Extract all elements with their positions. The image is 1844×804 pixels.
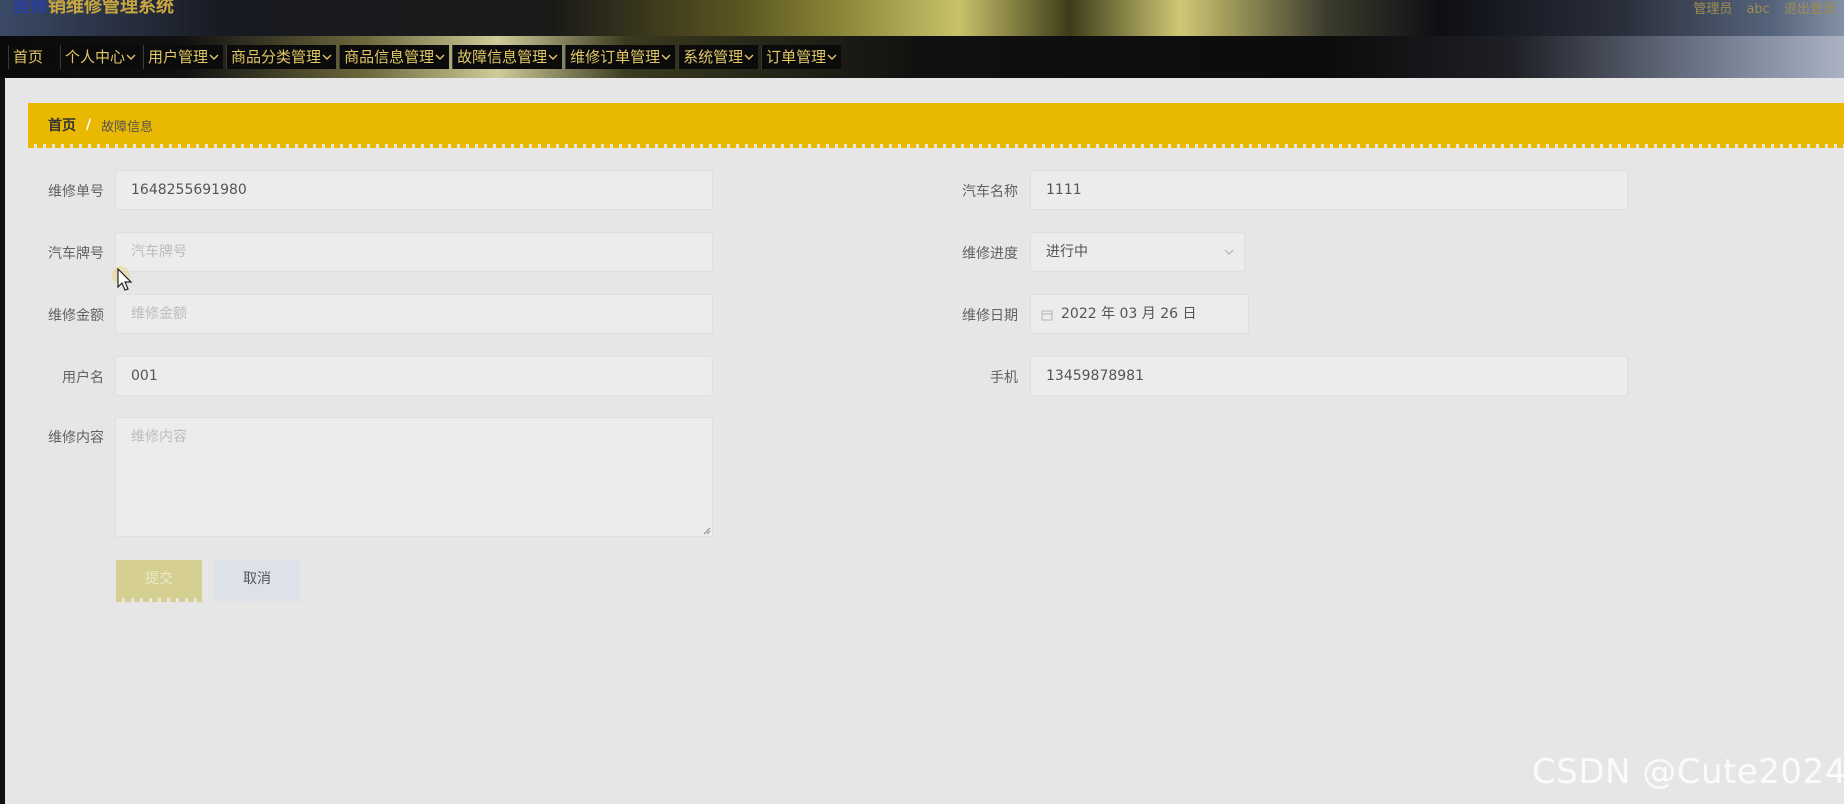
content-textarea[interactable]: 维修内容 [115, 417, 713, 537]
date-label: 维修日期 [962, 308, 1018, 324]
watermark: CSDN @Cute2024_ [1532, 752, 1844, 792]
phone-label: 手机 [990, 370, 1018, 386]
nav-item-label: 订单管理 [766, 48, 827, 66]
nav-item-label: 用户管理 [148, 48, 209, 66]
cancel-button-label: 取消 [243, 571, 271, 587]
plate-no-input[interactable]: 汽车牌号 [115, 232, 713, 272]
calendar-icon [1041, 310, 1053, 321]
nav-item-home[interactable]: 首页 [8, 45, 58, 69]
chevron-down-icon [1224, 249, 1234, 255]
nav-item-fault-management[interactable]: 故障信息管理 [452, 45, 563, 69]
main-nav: 首页 个人中心 用户管理 商品分类管理 商品信息管理 故障信息管理 维修订单管理… [0, 36, 1844, 78]
chevron-down-icon [661, 54, 671, 60]
nav-item-label: 商品分类管理 [231, 48, 322, 66]
window-left-edge [0, 0, 5, 804]
car-name-label: 汽车名称 [962, 184, 1018, 200]
cancel-button[interactable]: 取消 [214, 560, 300, 602]
app-title-part-1: 首修 [12, 0, 48, 17]
submit-button[interactable]: 提交 [116, 560, 202, 602]
button-edge-decoration [116, 598, 202, 602]
plate-no-label: 汽车牌号 [48, 246, 104, 262]
header-banner: 首修销维修管理系统 管理员 abc 退出登录 [0, 0, 1844, 36]
nav-item-personal-center[interactable]: 个人中心 [60, 45, 141, 69]
nav-item-system-management[interactable]: 系统管理 [678, 45, 759, 69]
nav-item-repair-order-management[interactable]: 维修订单管理 [565, 45, 676, 69]
mouse-cursor-icon [117, 268, 133, 291]
car-name-input[interactable]: 1111 [1030, 170, 1628, 210]
progress-label: 维修进度 [962, 246, 1018, 262]
nav-item-product-management[interactable]: 商品信息管理 [339, 45, 450, 69]
chevron-down-icon [744, 54, 754, 60]
content-placeholder: 维修内容 [131, 429, 187, 445]
chevron-down-icon [827, 54, 837, 60]
content-label: 维修内容 [48, 430, 104, 446]
app-title: 首修销维修管理系统 [12, 0, 174, 18]
date-picker[interactable]: 2022 年 03 月 26 日 [1030, 294, 1249, 334]
nav-item-label: 维修订单管理 [570, 48, 661, 66]
chevron-down-icon [126, 54, 136, 60]
nav-item-label: 首页 [13, 48, 44, 66]
user-role: 管理员 [1693, 2, 1733, 17]
chevron-down-icon [548, 54, 558, 60]
logout-link[interactable]: 退出登录 [1784, 2, 1836, 17]
breadcrumb-home[interactable]: 首页 [48, 115, 76, 135]
progress-select[interactable]: 进行中 [1030, 232, 1245, 272]
user-info: 管理员 abc 退出登录 [1683, 0, 1836, 17]
breadcrumb-current: 故障信息 [101, 119, 154, 135]
phone-input[interactable]: 13459878981 [1030, 356, 1628, 396]
breadcrumb-separator: / [86, 117, 92, 133]
chevron-down-icon [322, 54, 332, 60]
nav-item-user-management[interactable]: 用户管理 [143, 45, 224, 69]
app-title-part-2: 销维修管理系统 [48, 0, 174, 17]
repair-no-input[interactable]: 1648255691980 [115, 170, 713, 210]
nav-item-category-management[interactable]: 商品分类管理 [226, 45, 337, 69]
username-input[interactable]: 001 [115, 356, 713, 396]
user-name: abc [1746, 2, 1770, 17]
repair-no-label: 维修单号 [48, 184, 104, 200]
nav-item-label: 个人中心 [65, 48, 126, 66]
resize-grip-icon[interactable] [701, 525, 711, 535]
button-edge-decoration [214, 598, 300, 602]
amount-label: 维修金额 [48, 308, 104, 324]
chevron-down-icon [209, 54, 219, 60]
breadcrumb: 首页 / 故障信息 [28, 103, 1844, 148]
progress-selected-value: 进行中 [1046, 244, 1088, 260]
date-value: 2022 年 03 月 26 日 [1061, 306, 1197, 322]
submit-button-label: 提交 [145, 571, 173, 587]
username-label: 用户名 [62, 370, 104, 386]
nav-item-label: 系统管理 [683, 48, 744, 66]
amount-input[interactable]: 维修金额 [115, 294, 713, 334]
nav-item-label: 商品信息管理 [344, 48, 435, 66]
nav-item-order-management[interactable]: 订单管理 [761, 45, 842, 69]
nav-item-label: 故障信息管理 [457, 48, 548, 66]
chevron-down-icon [435, 54, 445, 60]
